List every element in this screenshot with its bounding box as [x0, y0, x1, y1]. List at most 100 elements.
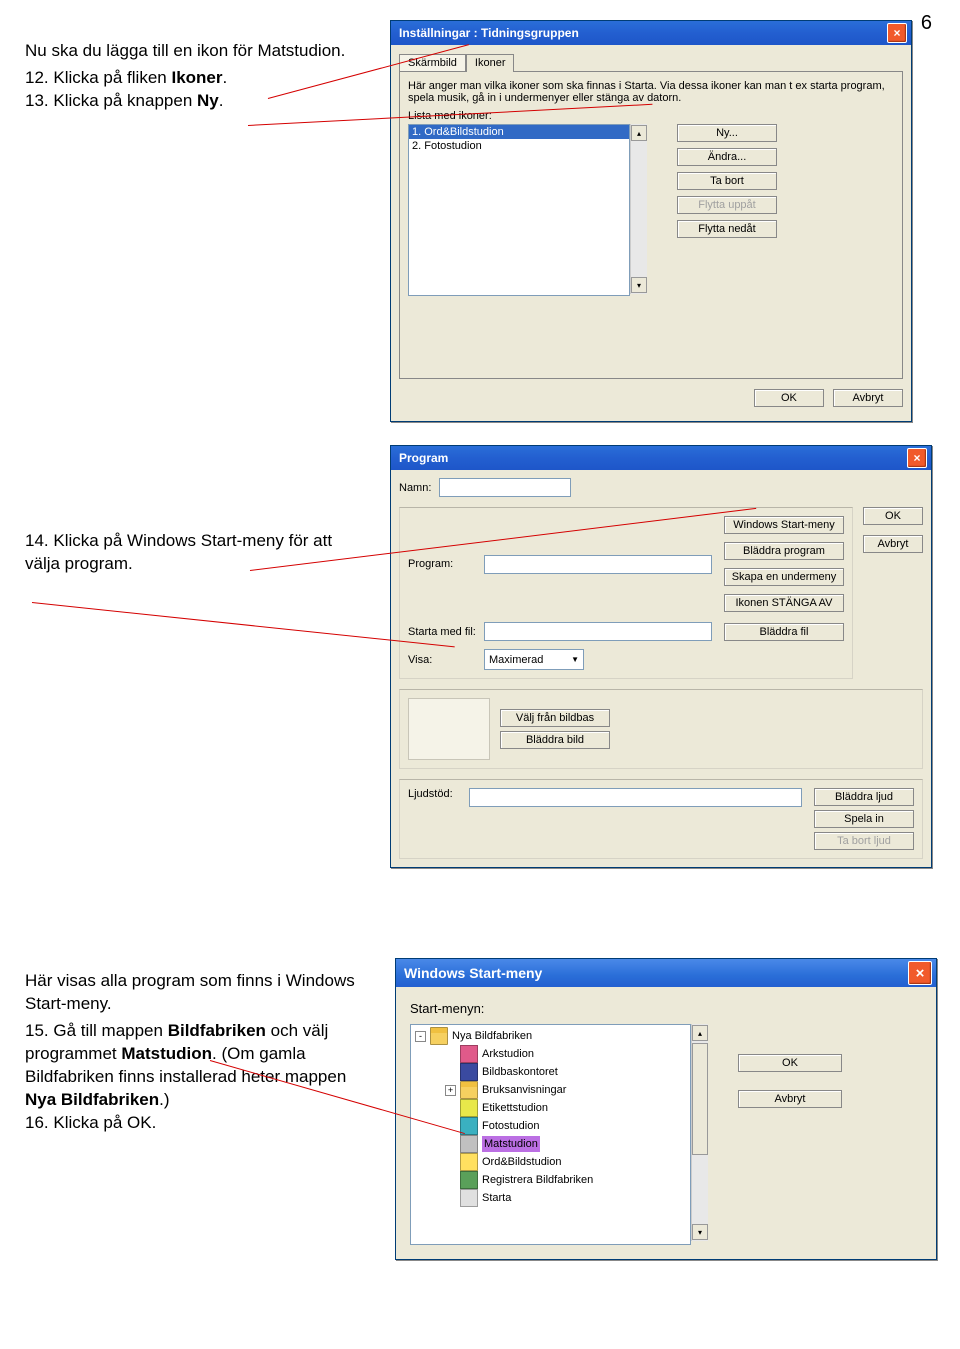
label-visa: Visa: — [408, 654, 478, 666]
folder-icon — [460, 1081, 478, 1099]
page-number: 6 — [921, 12, 932, 35]
tree-item-label: Fotostudion — [482, 1118, 539, 1134]
starta-med-fil-field[interactable] — [484, 622, 712, 641]
tree-item-label: Ord&Bildstudion — [482, 1154, 562, 1170]
scroll-thumb[interactable] — [692, 1043, 708, 1155]
tree-view[interactable]: - Nya Bildfabriken Arkstudion Bildbaskontor… — [410, 1024, 691, 1245]
andra-button[interactable]: Ändra... — [677, 148, 777, 166]
bladdra-program-button[interactable]: Bläddra program — [724, 542, 844, 560]
bladdra-fil-button[interactable]: Bläddra fil — [724, 623, 844, 641]
scroll-down-icon[interactable]: ▾ — [692, 1224, 708, 1240]
scroll-down-icon[interactable]: ▾ — [631, 277, 647, 293]
scrollbar[interactable]: ▴ ▾ — [691, 1024, 708, 1241]
app5-icon — [460, 1135, 478, 1153]
label-program: Program: — [408, 558, 478, 570]
ok-button[interactable]: OK — [754, 389, 824, 407]
ljudstod-field[interactable] — [469, 788, 802, 807]
ok-button[interactable]: OK — [738, 1054, 842, 1072]
app6-icon — [460, 1153, 478, 1171]
text-line: 13. Klicka på knappen Ny. — [25, 90, 365, 113]
tree-item[interactable]: Fotostudion — [413, 1117, 688, 1135]
text-line: Nu ska du lägga till en ikon för Matstud… — [25, 40, 365, 63]
icon-listbox[interactable]: 1. Ord&Bildstudion 2. Fotostudion — [408, 124, 630, 296]
app1-icon — [460, 1045, 478, 1063]
bladdra-bild-button[interactable]: Bläddra bild — [500, 731, 610, 749]
tree-item-label: Bildbaskontoret — [482, 1064, 558, 1080]
tree-item[interactable]: Arkstudion — [413, 1045, 688, 1063]
tree-item-label: Registrera Bildfabriken — [482, 1172, 593, 1188]
close-icon[interactable]: × — [907, 448, 927, 468]
tab-ikoner[interactable]: Ikoner — [466, 54, 515, 72]
program-field[interactable] — [484, 555, 712, 574]
valj-fran-bildbas-button[interactable]: Välj från bildbas — [500, 709, 610, 727]
tree-item[interactable]: Matstudion — [413, 1135, 688, 1153]
folder-icon — [430, 1027, 448, 1045]
tree-item[interactable]: Ord&Bildstudion — [413, 1153, 688, 1171]
titlebar[interactable]: Inställningar : Tidningsgruppen × — [391, 21, 911, 45]
text-line: Här visas alla program som finns i Windo… — [25, 970, 370, 1016]
label-namn: Namn: — [399, 482, 431, 494]
tree-item-label: Nya Bildfabriken — [452, 1028, 532, 1044]
titlebar[interactable]: Program × — [391, 446, 931, 470]
instructions-block-3: Här visas alla program som finns i Windo… — [25, 970, 370, 1135]
tree-item-label: Matstudion — [482, 1136, 540, 1152]
tree-item[interactable]: Starta — [413, 1189, 688, 1207]
titlebar[interactable]: Windows Start-meny × — [396, 959, 936, 987]
avbryt-button[interactable]: Avbryt — [863, 535, 923, 553]
app3-icon — [460, 1099, 478, 1117]
text-line: 15. Gå till mappen Bildfabriken och välj… — [25, 1020, 370, 1112]
instructions-block-2: 14. Klicka på Windows Start-meny för att… — [25, 530, 365, 576]
list-item[interactable]: 2. Fotostudion — [409, 139, 629, 153]
tree-item-label: Etikettstudion — [482, 1100, 548, 1116]
ok-button[interactable]: OK — [863, 507, 923, 525]
window-title: Program — [395, 451, 448, 465]
dialog-windows-startmeny: Windows Start-meny × Start-menyn: - Nya B… — [395, 958, 937, 1260]
avbryt-button[interactable]: Avbryt — [833, 389, 903, 407]
tree-item[interactable]: - Nya Bildfabriken — [413, 1027, 688, 1045]
tab-skarmbild[interactable]: Skärmbild — [399, 54, 466, 72]
bladdra-ljud-button[interactable]: Bläddra ljud — [814, 788, 914, 806]
skapa-undermeny-button[interactable]: Skapa en undermeny — [724, 568, 844, 586]
ta-bort-ljud-button: Ta bort ljud — [814, 832, 914, 850]
dialog-installningar: Inställningar : Tidningsgruppen × Skärmb… — [390, 20, 912, 422]
windows-startmeny-button[interactable]: Windows Start-meny — [724, 516, 844, 534]
ikonen-stanga-av-button[interactable]: Ikonen STÄNGA AV — [724, 594, 844, 612]
tree-item[interactable]: Etikettstudion — [413, 1099, 688, 1117]
button-column: Ny... Ändra... Ta bort Flytta uppåt Flyt… — [677, 124, 777, 296]
description-text: Här anger man vilka ikoner som ska finna… — [408, 80, 894, 104]
tree-item-label: Bruksanvisningar — [482, 1082, 566, 1098]
window-title: Inställningar : Tidningsgruppen — [395, 26, 579, 40]
collapse-icon[interactable]: - — [415, 1031, 426, 1042]
scrollbar[interactable]: ▴ ▾ — [630, 124, 647, 294]
label-startmenyn: Start-menyn: — [410, 1001, 922, 1016]
text-line: 16. Klicka på OK. — [25, 1112, 370, 1135]
spela-in-button[interactable]: Spela in — [814, 810, 914, 828]
tabort-button[interactable]: Ta bort — [677, 172, 777, 190]
app8-icon — [460, 1189, 478, 1207]
tree-item[interactable]: + Bruksanvisningar — [413, 1081, 688, 1099]
scroll-up-icon[interactable]: ▴ — [692, 1025, 708, 1041]
window-title: Windows Start-meny — [400, 965, 542, 981]
ny-button[interactable]: Ny... — [677, 124, 777, 142]
tree-item[interactable]: Bildbaskontoret — [413, 1063, 688, 1081]
list-item[interactable]: 1. Ord&Bildstudion — [409, 125, 629, 139]
label-ljudstod: Ljudstöd: — [408, 788, 463, 800]
app7-icon — [460, 1171, 478, 1189]
app2-icon — [460, 1063, 478, 1081]
tree-item-label: Arkstudion — [482, 1046, 534, 1062]
expand-icon[interactable]: + — [445, 1085, 456, 1096]
flytta-nedat-button[interactable]: Flytta nedåt — [677, 220, 777, 238]
namn-field[interactable] — [439, 478, 571, 497]
scroll-up-icon[interactable]: ▴ — [631, 125, 647, 141]
select-value: Maximerad — [489, 654, 543, 666]
label-starta-med-fil: Starta med fil: — [408, 626, 478, 638]
text-line: 14. Klicka på Windows Start-meny för att… — [25, 530, 365, 576]
tree-item[interactable]: Registrera Bildfabriken — [413, 1171, 688, 1189]
avbryt-button[interactable]: Avbryt — [738, 1090, 842, 1108]
close-icon[interactable]: × — [887, 23, 907, 43]
image-preview — [408, 698, 490, 760]
dialog-program: Program × Namn: Program: Windows Start-m… — [390, 445, 932, 868]
chevron-down-icon: ▼ — [571, 655, 579, 664]
visa-select[interactable]: Maximerad ▼ — [484, 649, 584, 670]
close-icon[interactable]: × — [908, 961, 932, 985]
